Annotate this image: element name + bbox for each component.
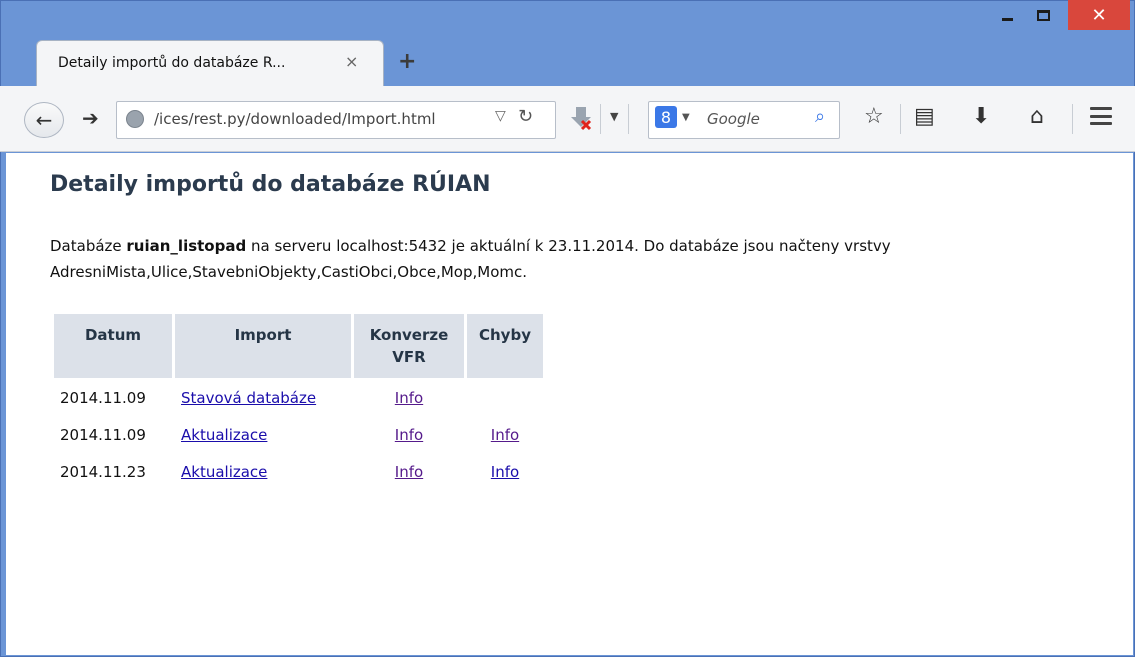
page-title: Detaily importů do databáze RÚIAN bbox=[50, 172, 491, 197]
table-header-row: Datum Import Konverze VFR Chyby bbox=[54, 314, 543, 378]
toolbar-separator bbox=[900, 104, 901, 134]
back-button[interactable]: ← bbox=[24, 102, 64, 138]
header-konverze: Konverze VFR bbox=[354, 314, 464, 378]
import-link[interactable]: Stavová databáze bbox=[181, 389, 316, 407]
history-dropdown-icon[interactable]: ▽ bbox=[495, 108, 506, 124]
cell-chyby-empty bbox=[467, 381, 543, 415]
url-text[interactable]: /ices/rest.py/downloaded/Import.html bbox=[154, 110, 436, 128]
maximize-button[interactable] bbox=[1026, 0, 1060, 30]
toolbar-separator bbox=[600, 104, 601, 134]
addon-dropdown-icon[interactable]: ▼ bbox=[610, 110, 618, 123]
search-engine-dropdown-icon[interactable]: ▼ bbox=[682, 112, 690, 123]
database-info: Databáze ruian_listopad na serveru local… bbox=[50, 233, 1110, 285]
globe-icon bbox=[126, 110, 144, 128]
minimize-icon bbox=[1001, 17, 1013, 21]
cell-datum: 2014.11.23 bbox=[60, 463, 146, 481]
toolbar-separator bbox=[628, 104, 629, 134]
close-icon: ✕ bbox=[1091, 4, 1107, 26]
imports-table: Datum Import Konverze VFR Chyby 2014.11.… bbox=[51, 311, 546, 492]
download-addon-icon[interactable] bbox=[568, 105, 594, 131]
chyby-info-link[interactable]: Info bbox=[491, 463, 519, 481]
tab-close-icon[interactable]: × bbox=[345, 52, 358, 71]
bookmark-star-icon[interactable]: ☆ bbox=[864, 104, 884, 130]
database-name: ruian_listopad bbox=[126, 237, 247, 255]
cell-datum: 2014.11.09 bbox=[60, 426, 146, 444]
home-icon[interactable]: ⌂ bbox=[1030, 104, 1044, 130]
search-icon[interactable]: ⌕ bbox=[815, 106, 825, 127]
info-prefix: Databáze bbox=[50, 237, 127, 255]
import-link[interactable]: Aktualizace bbox=[181, 426, 267, 444]
table-row: 2014.11.09 Aktualizace Info Info bbox=[54, 418, 543, 452]
konverze-info-link[interactable]: Info bbox=[395, 426, 423, 444]
chyby-info-link[interactable]: Info bbox=[491, 426, 519, 444]
toolbar-separator bbox=[1072, 104, 1073, 134]
arrow-right-icon: ➔ bbox=[82, 106, 99, 130]
arrow-left-icon: ← bbox=[35, 108, 53, 132]
maximize-icon bbox=[1036, 9, 1050, 21]
tab-title: Detaily importů do databáze R... bbox=[58, 55, 286, 71]
new-tab-button[interactable]: + bbox=[398, 51, 416, 73]
header-chyby: Chyby bbox=[467, 314, 543, 378]
table-row: 2014.11.09 Stavová databáze Info bbox=[54, 381, 543, 415]
import-link[interactable]: Aktualizace bbox=[181, 463, 267, 481]
reading-list-icon[interactable]: ▤ bbox=[914, 104, 935, 130]
menu-icon[interactable] bbox=[1090, 107, 1112, 125]
window-close-button[interactable]: ✕ bbox=[1068, 0, 1130, 30]
konverze-info-link[interactable]: Info bbox=[395, 389, 423, 407]
google-engine-icon[interactable]: 8 bbox=[655, 106, 677, 128]
header-import: Import bbox=[175, 314, 351, 378]
forward-button[interactable]: ➔ bbox=[82, 106, 99, 130]
cell-datum: 2014.11.09 bbox=[60, 389, 146, 407]
search-input[interactable]: Google bbox=[707, 110, 760, 128]
minimize-button[interactable] bbox=[991, 0, 1023, 30]
konverze-info-link[interactable]: Info bbox=[395, 463, 423, 481]
header-datum: Datum bbox=[54, 314, 172, 378]
table-row: 2014.11.23 Aktualizace Info Info bbox=[54, 455, 543, 489]
downloads-icon[interactable]: ⬇ bbox=[972, 104, 990, 130]
reload-icon[interactable]: ↻ bbox=[518, 106, 533, 127]
header-konverze-label: Konverze VFR bbox=[369, 326, 449, 366]
